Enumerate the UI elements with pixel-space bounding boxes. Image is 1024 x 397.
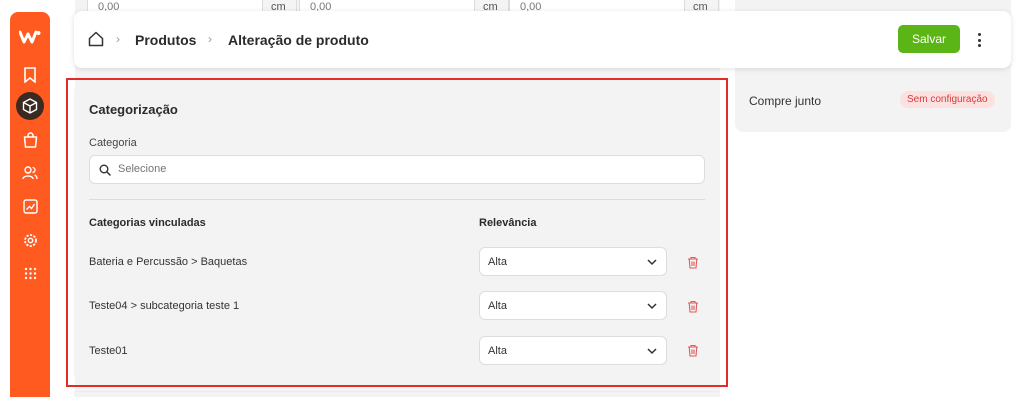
save-button[interactable]: Salvar	[898, 25, 960, 53]
page-header: › Produtos › Alteração de produto Salvar	[74, 11, 1011, 68]
bookmark-icon[interactable]	[20, 65, 40, 85]
more-options-icon[interactable]	[972, 31, 986, 49]
breadcrumb-current: Alteração de produto	[228, 32, 369, 48]
shopping-bag-icon[interactable]	[20, 130, 40, 150]
chevron-right-icon: ›	[208, 32, 212, 46]
chevron-right-icon: ›	[116, 32, 120, 46]
chart-icon[interactable]	[20, 196, 40, 216]
next-card	[74, 391, 719, 397]
breadcrumb-produtos[interactable]: Produtos	[135, 32, 196, 48]
home-icon[interactable]	[88, 31, 104, 47]
status-badge: Sem configuração	[900, 91, 995, 108]
gear-icon[interactable]	[20, 230, 40, 250]
box-icon[interactable]	[16, 92, 44, 120]
users-icon[interactable]	[20, 163, 40, 183]
apps-grid-icon[interactable]	[20, 263, 40, 283]
brand-logo	[19, 30, 41, 44]
compre-junto-label: Compre junto	[749, 94, 822, 108]
sidebar	[10, 12, 50, 397]
highlight-frame	[66, 78, 728, 387]
